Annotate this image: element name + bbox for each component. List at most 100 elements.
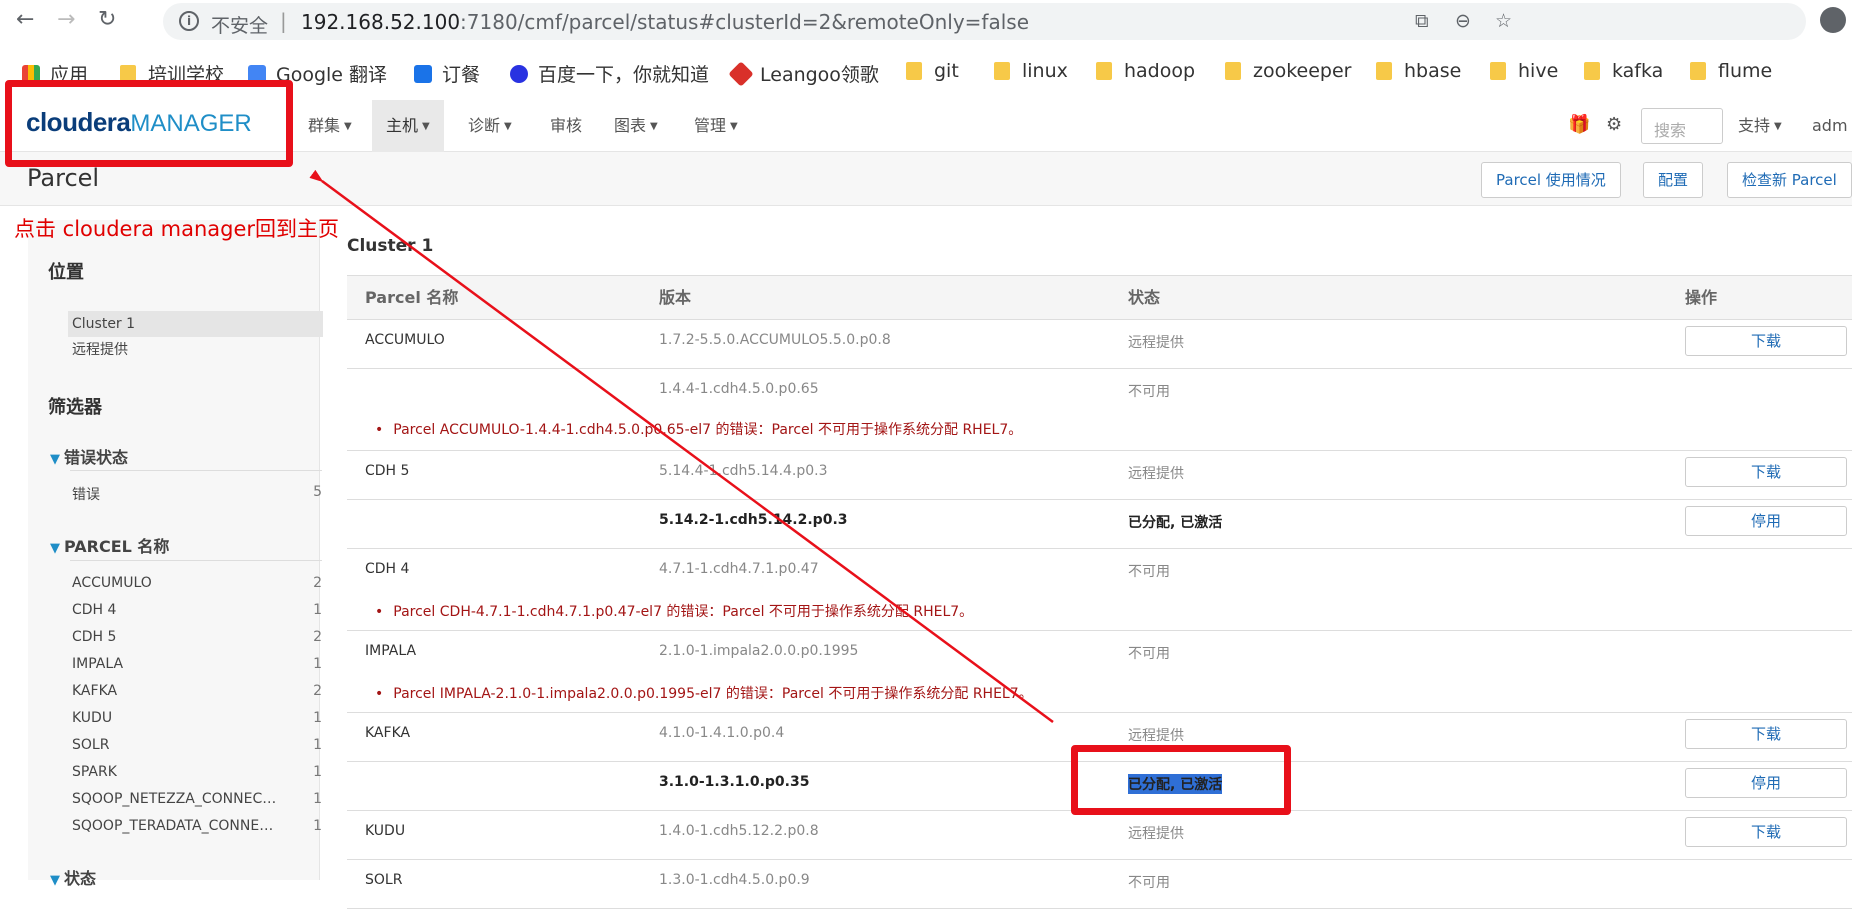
not-secure-label: 不安全 <box>211 15 269 37</box>
filter-parcel[interactable]: CDH 5 2 <box>72 629 322 645</box>
parcel-usage-button[interactable]: Parcel 使用情况 <box>1481 162 1621 198</box>
zoom-icon[interactable]: ⊖ <box>1455 10 1471 32</box>
bookmark-linux[interactable]: linux <box>994 60 1068 82</box>
deactivate-button[interactable]: 停用 <box>1685 768 1847 798</box>
parcel-version: 4.7.1-1.cdh4.7.1.p0.47 <box>659 561 819 577</box>
profile-avatar-icon[interactable] <box>1820 7 1846 33</box>
filter-parcel[interactable]: IMPALA 1 <box>72 656 322 672</box>
col-parcel-name[interactable]: Parcel 名称 <box>365 276 458 320</box>
filter-parcel[interactable]: CDH 4 1 <box>72 602 322 618</box>
menu-administration[interactable]: 管理 ▼ <box>680 100 752 152</box>
filter-count: 1 <box>313 791 322 807</box>
caret-down-icon: ▼ <box>730 120 738 132</box>
filter-error[interactable]: 错误 5 <box>72 484 322 504</box>
filter-parcel[interactable]: SQOOP_TERADATA_CONNECTOR 1 <box>72 818 322 834</box>
deactivate-button[interactable]: 停用 <box>1685 506 1847 536</box>
address-bar[interactable]: i 不安全 | 192.168.52.100:7180/cmf/parcel/s… <box>163 3 1806 40</box>
parcel-status: 远程提供 <box>1128 335 1184 351</box>
parcel-version: 2.1.0-1.impala2.0.0.p0.1995 <box>659 643 859 659</box>
folder-icon <box>994 62 1010 80</box>
menu-user[interactable]: adm <box>1806 100 1852 152</box>
location-cluster-1[interactable]: Cluster 1 <box>68 311 323 337</box>
filter-parcel[interactable]: KAFKA 2 <box>72 683 322 699</box>
url-host: 192.168.52.100 <box>301 10 461 34</box>
bookmark-label: linux <box>1022 60 1068 82</box>
divider <box>70 470 322 471</box>
bookmark-label: flume <box>1718 60 1773 82</box>
folder-icon <box>1690 62 1706 80</box>
col-status[interactable]: 状态 <box>1128 276 1160 320</box>
table-row: 5.14.2-1.cdh5.14.2.p0.3 已分配, 已激活 停用 <box>347 500 1852 549</box>
menu-support[interactable]: 支持 ▼ <box>1724 100 1796 152</box>
error-status-section[interactable]: ▼ 错误状态 <box>50 444 128 468</box>
menu-clusters[interactable]: 群集 ▼ <box>294 100 366 152</box>
commands-icon[interactable]: ⚙ <box>1606 114 1622 135</box>
logo-highlight-box <box>5 80 293 167</box>
info-icon[interactable]: i <box>179 11 199 31</box>
filter-parcel[interactable]: SPARK 1 <box>72 764 322 780</box>
divider <box>70 560 322 561</box>
filter-parcel[interactable]: KUDU 1 <box>72 710 322 726</box>
menu-audits[interactable]: 审核 <box>536 100 596 152</box>
parcel-version: 3.1.0-1.3.1.0.p0.35 <box>659 774 810 790</box>
filter-label: IMPALA <box>72 656 124 672</box>
menu-label: 群集 <box>308 116 341 135</box>
parcel-name: SOLR <box>365 872 403 888</box>
filter-label: SPARK <box>72 764 117 780</box>
search-input[interactable]: 搜索 <box>1641 108 1723 144</box>
filter-count: 1 <box>313 737 322 753</box>
bookmark-git[interactable]: git <box>906 60 959 82</box>
gift-icon[interactable]: 🎁 <box>1568 114 1590 135</box>
star-icon[interactable]: ☆ <box>1495 10 1512 32</box>
download-button[interactable]: 下载 <box>1685 457 1847 487</box>
location-remote[interactable]: 远程提供 <box>68 337 323 363</box>
parcel-name-section[interactable]: ▼ PARCEL 名称 <box>50 533 169 557</box>
filter-count: 1 <box>313 656 322 672</box>
filter-count: 5 <box>313 484 322 500</box>
status-section[interactable]: ▼ 状态 <box>50 865 96 889</box>
bookmark-flume[interactable]: flume <box>1690 60 1772 82</box>
bookmark-kafka[interactable]: kafka <box>1584 60 1663 82</box>
filter-parcel[interactable]: SOLR 1 <box>72 737 322 753</box>
filter-count: 1 <box>313 710 322 726</box>
bookmark-dingcan[interactable]: 订餐 <box>414 60 480 87</box>
bookmark-hbase[interactable]: hbase <box>1376 60 1461 82</box>
table-row: ACCUMULO 1.7.2-5.5.0.ACCUMULO5.5.0.p0.8 … <box>347 320 1852 369</box>
table-row: IMPALA 2.1.0-1.impala2.0.0.p0.1995 不可用 P… <box>347 631 1852 713</box>
caret-down-icon: ▼ <box>344 120 352 132</box>
download-button[interactable]: 下载 <box>1685 719 1847 749</box>
bookmark-baidu[interactable]: 百度一下，你就知道 <box>510 60 709 87</box>
filter-parcel[interactable]: SQOOP_NETEZZA_CONNECTOR 1 <box>72 791 322 807</box>
caret-down-icon: ▼ <box>650 120 658 132</box>
forward-arrow-icon[interactable]: → <box>57 8 75 32</box>
bookmark-leangoo[interactable]: Leangoo领歌 <box>728 60 879 87</box>
section-label: 状态 <box>64 869 97 888</box>
bookmark-label: 百度一下，你就知道 <box>538 64 710 86</box>
bookmark-hive[interactable]: hive <box>1490 60 1558 82</box>
menu-label: 管理 <box>694 116 727 135</box>
filter-parcel[interactable]: ACCUMULO 2 <box>72 575 322 591</box>
download-button[interactable]: 下载 <box>1685 326 1847 356</box>
download-button[interactable]: 下载 <box>1685 817 1847 847</box>
bookmark-hadoop[interactable]: hadoop <box>1096 60 1195 82</box>
parcel-version: 4.1.0-1.4.1.0.p0.4 <box>659 725 785 741</box>
bookmark-label: git <box>934 60 959 82</box>
bookmark-label: 订餐 <box>442 64 481 86</box>
menu-hosts[interactable]: 主机 ▼ <box>372 100 444 152</box>
configuration-button[interactable]: 配置 <box>1643 162 1704 198</box>
back-arrow-icon[interactable]: ← <box>16 8 34 32</box>
bookmark-zookeeper[interactable]: zookeeper <box>1225 60 1352 82</box>
col-version[interactable]: 版本 <box>659 276 691 320</box>
menu-charts[interactable]: 图表 ▼ <box>600 100 672 152</box>
url-text[interactable]: 192.168.52.100:7180/cmf/parcel/status#cl… <box>301 10 1029 34</box>
parcel-version: 5.14.2-1.cdh5.14.2.p0.3 <box>659 512 848 528</box>
filter-count: 1 <box>313 764 322 780</box>
table-row: SOLR 1.3.0-1.cdh4.5.0.p0.9 不可用 <box>347 860 1852 909</box>
check-new-parcels-button[interactable]: 检查新 Parcel <box>1727 162 1852 198</box>
chevron-down-icon: ▼ <box>50 541 60 556</box>
reload-icon[interactable]: ↻ <box>98 8 116 32</box>
translate-icon[interactable]: ⧉ <box>1415 10 1429 32</box>
parcel-name: KUDU <box>365 823 406 839</box>
filter-label: 错误 <box>72 487 100 503</box>
menu-diagnostics[interactable]: 诊断 ▼ <box>454 100 526 152</box>
